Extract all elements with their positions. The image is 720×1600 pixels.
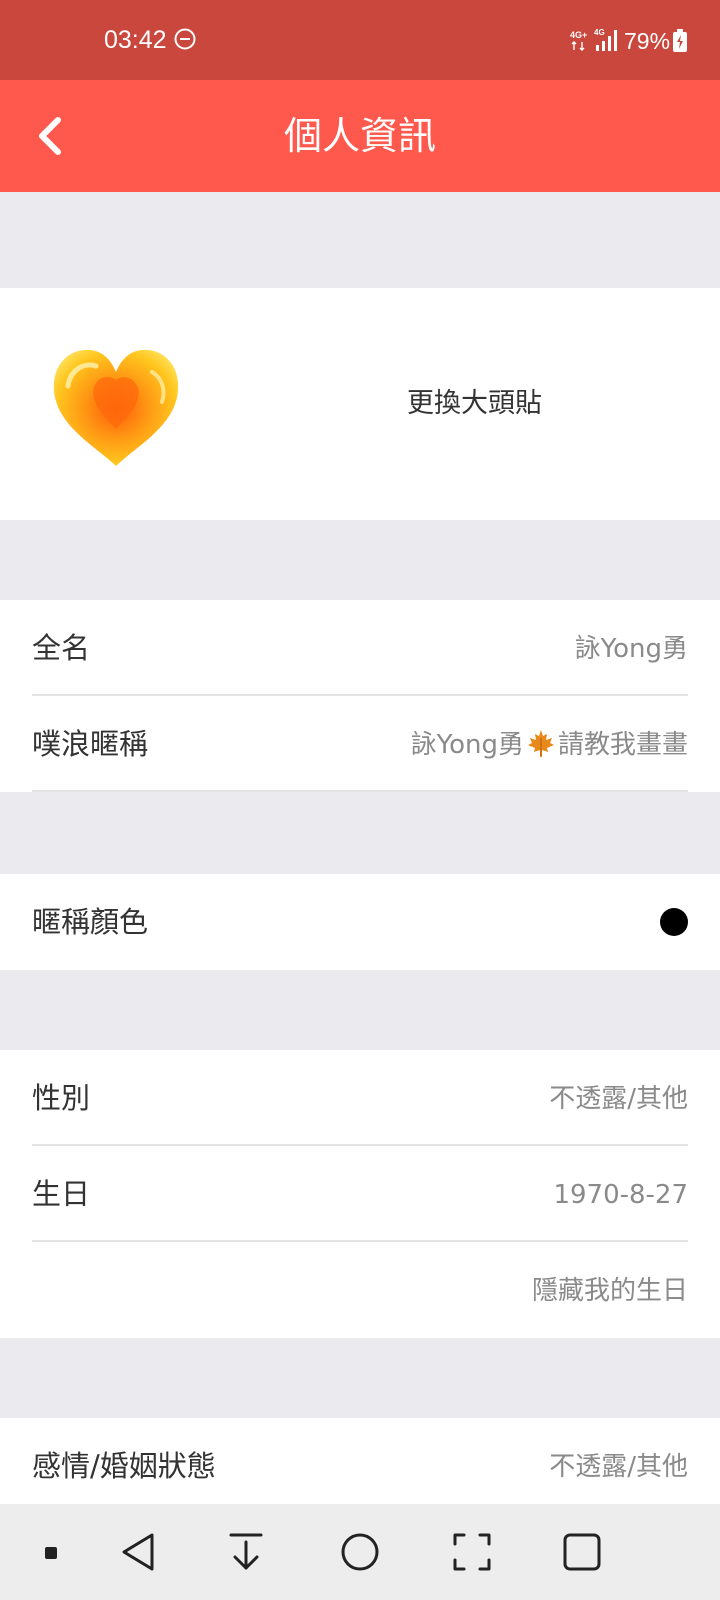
personal-section: 性別 不透露/其他 生日 1970-8-27 隱藏我的生日 bbox=[0, 1050, 720, 1338]
change-avatar-button[interactable]: 更換大頭貼 bbox=[407, 384, 542, 424]
relationship-value: 不透露/其他 bbox=[549, 1452, 688, 1482]
full-name-label: 全名 bbox=[32, 631, 91, 665]
signal-badge: 4G bbox=[594, 28, 605, 37]
birthday-row[interactable]: 生日 1970-8-27 bbox=[0, 1146, 720, 1242]
full-name-value: 詠Yong勇 bbox=[574, 634, 688, 664]
status-bar: 03:42 4G+ 4G 79% bbox=[0, 0, 720, 80]
full-name-row[interactable]: 全名 詠Yong勇 bbox=[0, 600, 720, 696]
page-title: 個人資訊 bbox=[283, 114, 436, 158]
nickname-color-swatch bbox=[660, 908, 688, 936]
nickname-value-name: 詠Yong勇 bbox=[410, 730, 524, 760]
name-section: 全名 詠Yong勇 噗浪暱稱 詠Yong勇 請教我畫畫 bbox=[0, 600, 720, 792]
birthday-value: 1970-8-27 bbox=[553, 1180, 688, 1210]
heart-icon[interactable] bbox=[46, 342, 186, 472]
relationship-section: 感情/婚姻狀態 不透露/其他 bbox=[0, 1418, 720, 1514]
birthday-label: 生日 bbox=[32, 1177, 91, 1211]
nickname-color-row[interactable]: 暱稱顏色 bbox=[0, 874, 720, 970]
gender-label: 性別 bbox=[32, 1081, 91, 1115]
battery-percent: 79% bbox=[624, 28, 671, 54]
divider bbox=[32, 790, 688, 792]
nav-dot-icon[interactable] bbox=[44, 1546, 58, 1560]
maple-leaf-icon bbox=[527, 730, 554, 757]
status-time: 03:42 bbox=[104, 26, 167, 54]
network-badge: 4G+ bbox=[570, 30, 587, 40]
avatar-section: 更換大頭貼 bbox=[0, 288, 720, 520]
battery-charging-icon bbox=[673, 29, 687, 52]
relationship-label: 感情/婚姻狀態 bbox=[32, 1449, 216, 1483]
download-arrow-icon[interactable] bbox=[228, 1532, 264, 1572]
nickname-color-section: 暱稱顏色 bbox=[0, 874, 720, 970]
nickname-label: 噗浪暱稱 bbox=[32, 727, 149, 761]
screenshot-frame-icon[interactable] bbox=[452, 1532, 492, 1572]
nickname-row[interactable]: 噗浪暱稱 詠Yong勇 請教我畫畫 bbox=[0, 696, 720, 792]
relationship-row[interactable]: 感情/婚姻狀態 不透露/其他 bbox=[0, 1418, 720, 1514]
hide-birthday-row[interactable]: 隱藏我的生日 bbox=[0, 1242, 720, 1338]
gender-row[interactable]: 性別 不透露/其他 bbox=[0, 1050, 720, 1146]
recent-apps-square-icon[interactable] bbox=[562, 1532, 602, 1572]
hide-birthday-option[interactable]: 隱藏我的生日 bbox=[532, 1271, 688, 1311]
do-not-disturb-icon bbox=[174, 28, 196, 50]
nickname-value: 詠Yong勇 請教我畫畫 bbox=[411, 725, 688, 765]
cellular-signal-icon: 4G bbox=[594, 28, 617, 51]
home-circle-icon[interactable] bbox=[340, 1532, 380, 1572]
network-4g-plus-icon: 4G+ bbox=[570, 30, 587, 51]
system-nav-bar bbox=[0, 1504, 720, 1600]
back-triangle-icon[interactable] bbox=[120, 1532, 156, 1572]
nickname-color-label: 暱稱顏色 bbox=[32, 905, 149, 939]
gender-value: 不透露/其他 bbox=[549, 1084, 688, 1114]
nickname-value-text: 請教我畫畫 bbox=[557, 730, 688, 760]
app-bar: 個人資訊 bbox=[0, 80, 720, 192]
